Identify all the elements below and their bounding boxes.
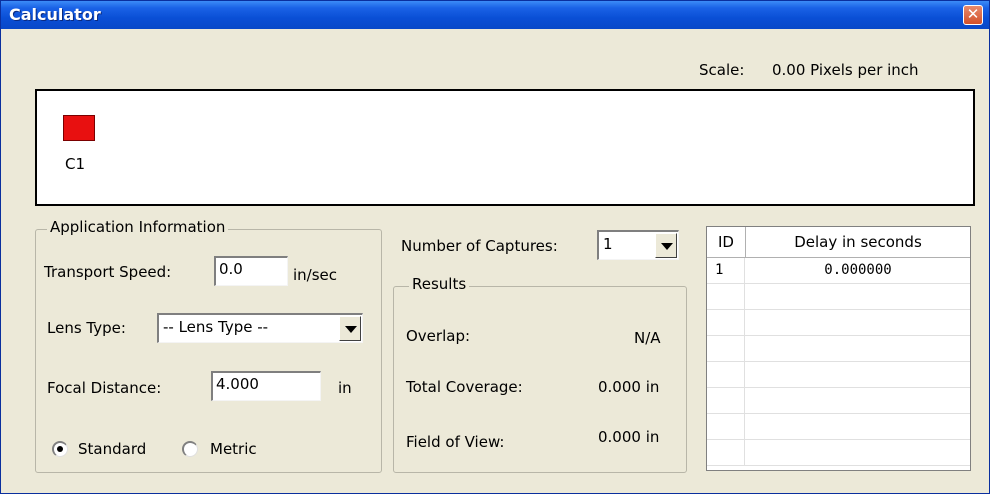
lens-type-select[interactable]: -- Lens Type -- xyxy=(157,313,363,343)
table-row-empty xyxy=(707,284,970,310)
close-icon: ✕ xyxy=(966,5,980,23)
column-header-delay[interactable]: Delay in seconds xyxy=(746,227,970,257)
close-button[interactable]: ✕ xyxy=(963,5,983,25)
window-title: Calculator xyxy=(9,5,101,24)
camera-preview-area[interactable]: C1 xyxy=(35,89,975,206)
captures-label: Number of Captures: xyxy=(401,237,558,255)
table-row-empty xyxy=(707,362,970,388)
standard-radio[interactable] xyxy=(52,441,68,457)
total-coverage-label: Total Coverage: xyxy=(406,378,523,396)
cell-delay[interactable]: 0.000000 xyxy=(746,258,970,283)
calculator-window: Calculator ✕ Scale: 0.00 Pixels per inch… xyxy=(0,0,990,494)
total-coverage-value: 0.000 in xyxy=(598,378,660,396)
table-header: ID Delay in seconds xyxy=(707,227,970,258)
chevron-down-icon[interactable] xyxy=(655,233,677,258)
column-header-id[interactable]: ID xyxy=(707,227,746,257)
field-of-view-label: Field of View: xyxy=(406,433,505,451)
focal-distance-unit: in xyxy=(338,379,352,397)
focal-distance-input[interactable]: 4.000 xyxy=(211,371,321,401)
metric-label[interactable]: Metric xyxy=(210,440,257,458)
table-row-empty xyxy=(707,336,970,362)
overlap-value: N/A xyxy=(634,329,661,347)
table-row-empty xyxy=(707,310,970,336)
standard-label[interactable]: Standard xyxy=(78,440,146,458)
camera-marker[interactable] xyxy=(63,115,95,141)
scale-value: 0.00 Pixels per inch xyxy=(772,61,919,79)
table-row[interactable]: 1 0.000000 xyxy=(707,258,970,284)
metric-radio[interactable] xyxy=(182,441,198,457)
cell-id: 1 xyxy=(707,258,745,283)
lens-type-label: Lens Type: xyxy=(47,319,126,337)
transport-speed-label: Transport Speed: xyxy=(44,263,172,281)
title-bar[interactable]: Calculator ✕ xyxy=(1,1,989,29)
field-of-view-value: 0.000 in xyxy=(598,428,660,446)
table-row-empty xyxy=(707,414,970,440)
application-info-title: Application Information xyxy=(47,218,229,236)
results-title: Results xyxy=(409,275,470,293)
transport-speed-input[interactable]: 0.0 xyxy=(214,256,288,286)
focal-distance-label: Focal Distance: xyxy=(47,379,162,397)
captures-select[interactable]: 1 xyxy=(597,230,679,260)
delay-table[interactable]: ID Delay in seconds 1 0.000000 xyxy=(706,226,971,471)
overlap-label: Overlap: xyxy=(406,327,471,345)
table-row-empty xyxy=(707,388,970,414)
table-row-empty xyxy=(707,440,970,466)
chevron-down-icon[interactable] xyxy=(339,316,361,341)
lens-type-value: -- Lens Type -- xyxy=(163,318,269,336)
transport-speed-unit: in/sec xyxy=(293,266,338,284)
scale-label: Scale: xyxy=(699,61,745,79)
camera-label: C1 xyxy=(65,155,86,173)
captures-value: 1 xyxy=(603,235,613,253)
